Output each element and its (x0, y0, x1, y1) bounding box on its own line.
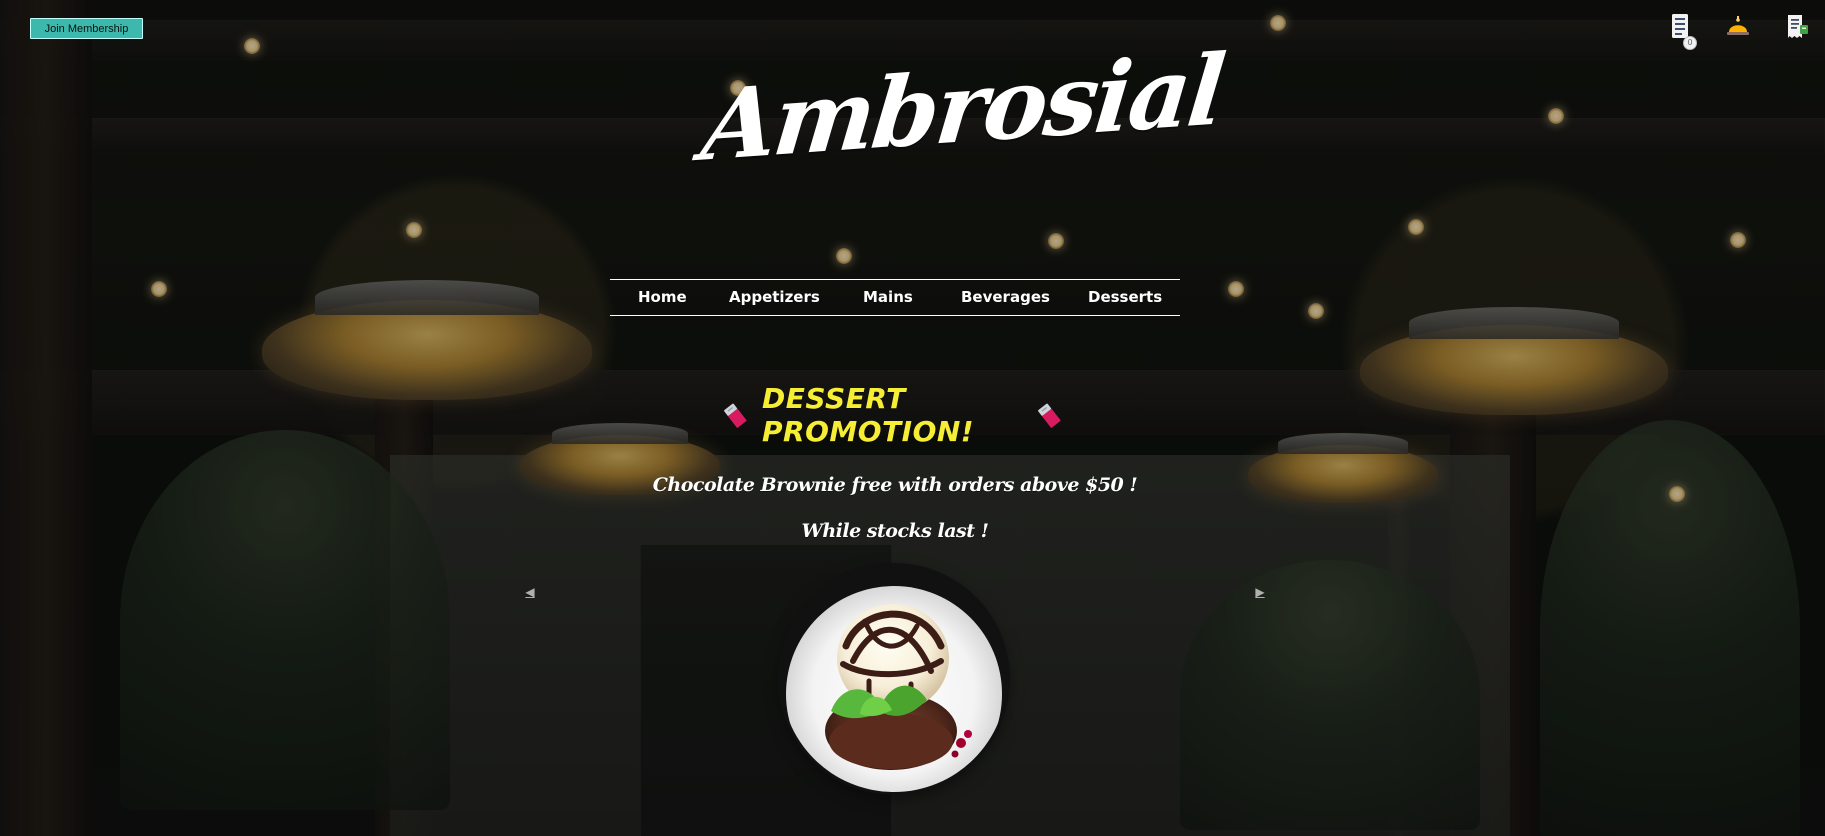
cart-count-badge: 0 (1683, 36, 1697, 50)
promotion-stock-text: While stocks last ! (801, 520, 989, 542)
receipt-icon[interactable] (1781, 12, 1811, 42)
nav-appetizers-link[interactable]: Appetizers (729, 288, 820, 306)
dessert-image (781, 566, 1007, 792)
promotion-title-text: DESSERT PROMOTION! (762, 382, 975, 448)
nav-mains-link[interactable]: Mains (863, 288, 913, 306)
menu-list-icon[interactable]: 0 (1665, 12, 1697, 50)
join-membership-button[interactable]: Join Membership (30, 18, 143, 39)
promotion-heading: DESSERT PROMOTION! (722, 382, 1064, 448)
nav-desserts-link[interactable]: Desserts (1088, 288, 1162, 306)
top-right-icon-bar: 0 (1665, 12, 1811, 50)
restaurant-homepage: Join Membership 0 Ambrosial Home Appetiz… (0, 0, 1825, 836)
promotion-offer-text: Chocolate Brownie free with orders above… (652, 474, 1138, 496)
nav-home-link[interactable]: Home (638, 288, 687, 306)
main-navigation: Home Appetizers Mains Beverages Desserts (610, 279, 1180, 316)
carousel-prev-button[interactable]: ◀ (524, 585, 536, 599)
service-bell-icon[interactable] (1723, 12, 1753, 42)
chocolate-bar-icon (1036, 401, 1064, 429)
chocolate-bar-icon (722, 401, 750, 429)
nav-beverages-link[interactable]: Beverages (961, 288, 1050, 306)
carousel-next-button[interactable]: ▶ (1254, 585, 1266, 599)
